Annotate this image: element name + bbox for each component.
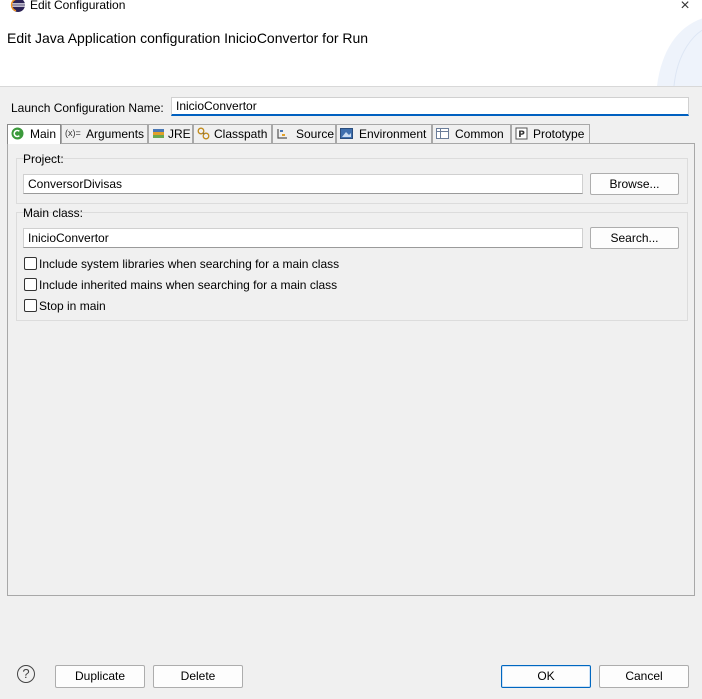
checkbox-box[interactable] <box>24 257 37 270</box>
eclipse-icon <box>10 0 25 12</box>
tab-main[interactable]: Main <box>7 124 61 144</box>
close-icon: × <box>680 0 690 14</box>
close-button[interactable]: × <box>668 0 702 16</box>
checkbox-label: Include inherited mains when searching f… <box>39 278 338 292</box>
prototype-icon: P <box>515 127 528 140</box>
project-label: Project: <box>23 152 64 166</box>
main-tab-panel: Project: ConversorDivisas Browse... Main… <box>7 143 695 596</box>
common-icon <box>436 128 449 139</box>
tab-arguments-label: Arguments <box>86 127 145 141</box>
tab-jre[interactable]: JRE <box>148 124 193 143</box>
classpath-icon <box>197 127 210 140</box>
window-title: Edit Configuration <box>30 0 126 12</box>
source-icon <box>277 129 287 139</box>
browse-button[interactable]: Browse... <box>590 173 679 195</box>
title-bar: Edit Configuration × <box>0 0 702 16</box>
tab-source[interactable]: Source <box>272 124 336 143</box>
tab-main-label: Main <box>30 127 57 141</box>
help-icon[interactable]: ? <box>17 665 35 683</box>
tab-arguments[interactable]: (x)= Arguments <box>61 124 148 143</box>
tab-prototype[interactable]: P Prototype <box>511 124 590 143</box>
tab-jre-label: JRE <box>168 127 191 141</box>
arguments-icon: (x)= <box>65 128 81 138</box>
dialog-header-title: Edit Java Application configuration Inic… <box>7 30 369 46</box>
jre-icon <box>153 129 164 138</box>
main-tab-icon <box>11 127 24 140</box>
main-class-label: Main class: <box>23 206 84 220</box>
tab-environment-label: Environment <box>359 127 427 141</box>
tab-source-label: Source <box>296 127 335 141</box>
cancel-button[interactable]: Cancel <box>599 665 689 688</box>
project-input[interactable]: ConversorDivisas <box>23 174 583 194</box>
header-decoration <box>657 18 702 86</box>
header-separator <box>0 86 702 87</box>
delete-button[interactable]: Delete <box>153 665 243 688</box>
launch-name-input[interactable]: InicioConvertor <box>171 97 689 116</box>
tab-common[interactable]: Common <box>432 124 511 143</box>
duplicate-button[interactable]: Duplicate <box>55 665 145 688</box>
tab-classpath[interactable]: Classpath <box>193 124 272 143</box>
checkbox-label: Stop in main <box>39 299 106 313</box>
search-button[interactable]: Search... <box>590 227 679 249</box>
checkbox-label: Include system libraries when searching … <box>39 257 340 271</box>
tab-prototype-label: Prototype <box>533 127 585 141</box>
main-class-input[interactable]: InicioConvertor <box>23 228 583 248</box>
checkbox-box[interactable] <box>24 278 37 291</box>
tab-common-label: Common <box>455 127 504 141</box>
svg-text:P: P <box>518 130 525 140</box>
ok-button[interactable]: OK <box>501 665 591 688</box>
checkbox-box[interactable] <box>24 299 37 312</box>
dialog-header: Edit Java Application configuration Inic… <box>0 16 702 86</box>
environment-icon <box>340 128 353 139</box>
tab-classpath-label: Classpath <box>214 127 268 141</box>
tab-environment[interactable]: Environment <box>336 124 432 143</box>
launch-name-label: Launch Configuration Name: <box>11 101 164 115</box>
